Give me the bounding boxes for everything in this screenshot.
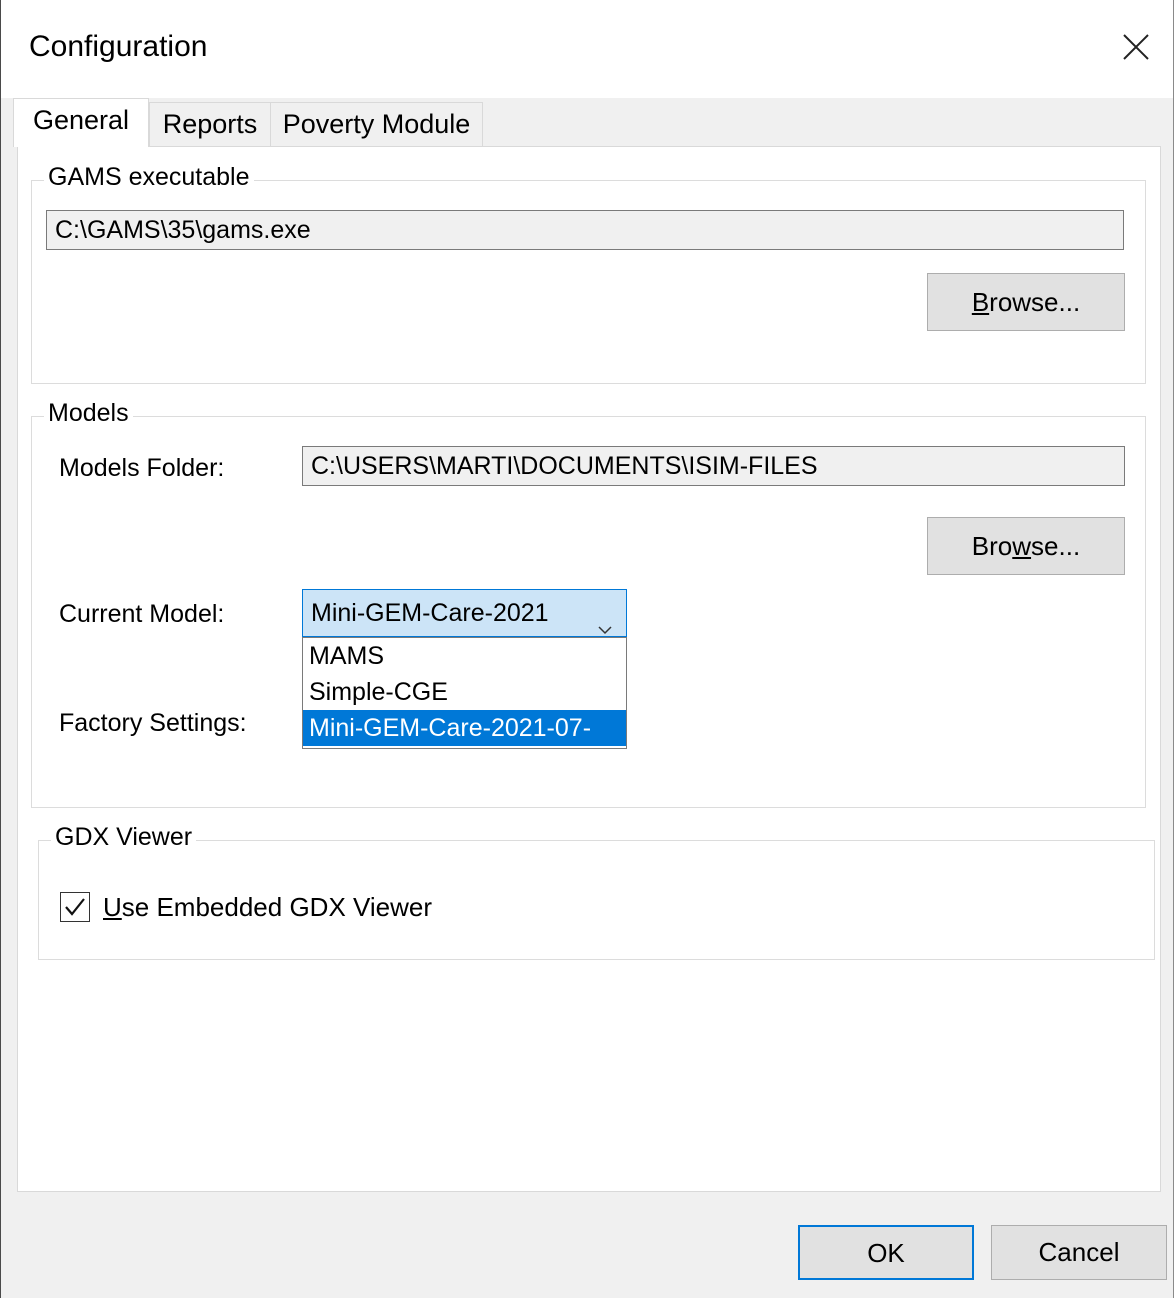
close-icon[interactable] <box>1121 32 1151 62</box>
cancel-button[interactable]: Cancel <box>991 1225 1167 1280</box>
models-folder-value: C:\USERS\MARTI\DOCUMENTS\ISIM-FILES <box>311 452 818 480</box>
tab-poverty-module[interactable]: Poverty Module <box>270 102 483 146</box>
cancel-label: Cancel <box>1038 1237 1120 1267</box>
current-model-select[interactable]: Mini-GEM-Care-2021 <box>302 589 627 637</box>
use-embedded-gdx-label[interactable]: Use Embedded GDX Viewer <box>103 892 432 923</box>
ok-button[interactable]: OK <box>798 1225 974 1280</box>
gams-path-field[interactable]: C:\GAMS\35\gams.exe <box>46 210 1124 250</box>
group-legend: Models <box>44 397 133 429</box>
gams-path-value: C:\GAMS\35\gams.exe <box>55 216 311 244</box>
tab-strip: General Reports Poverty Module <box>13 98 1163 147</box>
tab-label: Poverty Module <box>282 109 471 139</box>
models-folder-label: Models Folder: <box>59 454 225 482</box>
title-bar: Configuration <box>1 0 1173 98</box>
tab-general[interactable]: General <box>13 98 149 147</box>
factory-settings-label: Factory Settings: <box>59 709 247 737</box>
current-model-value: Mini-GEM-Care-2021 <box>311 599 549 627</box>
tab-label: Reports <box>162 109 258 139</box>
dropdown-option-mams[interactable]: MAMS <box>303 638 626 674</box>
use-embedded-gdx-checkbox[interactable] <box>60 892 90 922</box>
group-legend: GAMS executable <box>44 161 254 193</box>
model-dropdown-list: MAMS Simple-CGE Mini-GEM-Care-2021-07- <box>302 637 627 749</box>
tab-reports[interactable]: Reports <box>149 102 271 146</box>
dialog-title: Configuration <box>29 30 208 63</box>
dropdown-option-mini-gem-care[interactable]: Mini-GEM-Care-2021-07- <box>303 710 626 746</box>
configuration-dialog: Configuration General Reports Poverty Mo… <box>0 0 1174 1298</box>
group-legend: GDX Viewer <box>51 821 197 853</box>
ok-label: OK <box>867 1238 905 1268</box>
chevron-down-icon <box>598 606 612 635</box>
models-browse-button[interactable]: Browse... <box>927 517 1125 575</box>
gams-browse-button[interactable]: Browse... <box>927 273 1125 331</box>
current-model-label: Current Model: <box>59 600 225 628</box>
tab-label: General <box>32 105 130 135</box>
dropdown-option-simple-cge[interactable]: Simple-CGE <box>303 674 626 710</box>
models-folder-field[interactable]: C:\USERS\MARTI\DOCUMENTS\ISIM-FILES <box>302 446 1125 486</box>
